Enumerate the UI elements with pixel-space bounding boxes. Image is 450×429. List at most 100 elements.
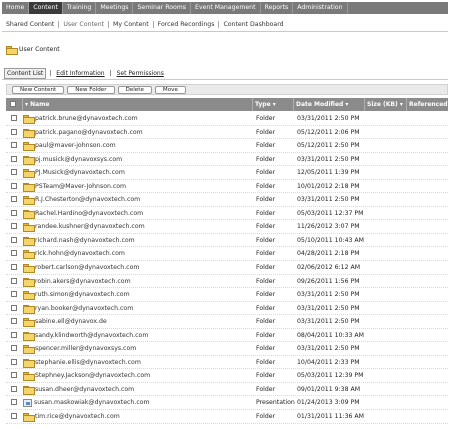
nav-tab-administration[interactable]: Administration	[293, 2, 348, 14]
row-type: Folder	[256, 142, 276, 150]
row-name-link[interactable]: richard.nash@dynavoxtech.com	[35, 234, 135, 247]
table-row[interactable]: ryan.booker@dynavoxtech.com Folder 03/31/2…	[6, 302, 448, 316]
table-row[interactable]: tim.rice@dynavoxtech.com Folder 01/31/2011…	[6, 410, 448, 424]
table-row[interactable]: PJ.Musick@dynavoxtech.com Folder 12/05/201…	[6, 166, 448, 180]
subnav-shared-content[interactable]: Shared Content	[6, 21, 58, 28]
table-row[interactable]: susan.maskowiak@dynavoxtech.com Presentat…	[6, 396, 448, 411]
breadcrumb-label[interactable]: User Content	[19, 46, 60, 53]
row-name-link[interactable]: robert.carlson@dynavoxtech.com	[35, 261, 139, 274]
nav-tab-seminar-rooms[interactable]: Seminar Rooms	[133, 2, 192, 14]
row-name-link[interactable]: sabine.ell@dynavox.de	[35, 315, 107, 328]
move-button[interactable]: Move	[154, 85, 186, 94]
row-name-link[interactable]: paul@maver-johnson.com	[35, 139, 116, 152]
column-header-type[interactable]: Type ▾	[252, 98, 293, 111]
row-type: Folder	[256, 236, 276, 244]
delete-button[interactable]: Delete	[117, 85, 152, 94]
new-folder-button[interactable]: New Folder	[67, 85, 115, 94]
subnav-my-content[interactable]: My Content	[108, 21, 153, 28]
row-checkbox[interactable]	[11, 413, 17, 420]
row-name-link[interactable]: Rachel.Hardino@dynavoxtech.com	[35, 207, 143, 220]
row-name-link[interactable]: susan.maskowiak@dynavoxtech.com	[34, 396, 150, 409]
row-name-link[interactable]: R.J.Chesterton@dynavoxtech.com	[35, 193, 140, 206]
new-content-button[interactable]: New Content	[12, 85, 65, 94]
row-checkbox[interactable]	[11, 372, 17, 379]
tab-content-list[interactable]: Content List	[4, 68, 47, 79]
row-checkbox[interactable]	[11, 291, 17, 298]
nav-tab-reports[interactable]: Reports	[261, 2, 294, 14]
table-row[interactable]: patrick.pagano@dynavoxtech.com Folder 05/1…	[6, 126, 448, 140]
table-row[interactable]: sabine.ell@dynavox.de Folder 03/31/2011 2:…	[6, 315, 448, 329]
row-checkbox[interactable]	[11, 331, 17, 338]
row-name-link[interactable]: PSTeam@Maver-Johnson.com	[35, 180, 126, 193]
row-checkbox[interactable]	[11, 209, 17, 216]
subnav-user-content[interactable]: User Content	[58, 21, 108, 28]
row-checkbox[interactable]	[11, 115, 17, 121]
table-row[interactable]: susan.dheer@dynavoxtech.com Folder 09/01/2…	[6, 383, 448, 397]
table-row[interactable]: paul@maver-johnson.com Folder 05/12/2011 2…	[6, 139, 448, 153]
select-all-header[interactable]	[6, 98, 22, 111]
row-checkbox[interactable]	[11, 304, 17, 311]
tab-set-permissions[interactable]: Set Permissions	[115, 69, 166, 78]
table-row[interactable]: robin.akers@dynavoxtech.com Folder 09/26/2…	[6, 275, 448, 289]
column-header-name[interactable]: ▾ Name	[22, 98, 252, 111]
row-name-link[interactable]: spencer.miller@dynavoxsys.com	[35, 342, 136, 355]
row-name-link[interactable]: patrick.pagano@dynavoxtech.com	[35, 126, 143, 139]
row-name-link[interactable]: stephanie.ellis@dynavoxtech.com	[35, 356, 141, 369]
row-checkbox[interactable]	[11, 142, 17, 149]
folder-icon	[23, 236, 35, 246]
subnav-forced-recordings[interactable]: Forced Recordings	[152, 21, 219, 28]
row-name-link[interactable]: tim.rice@dynavoxtech.com	[35, 410, 120, 423]
table-row[interactable]: rick.hohn@dynavoxtech.com Folder 04/28/201…	[6, 247, 448, 262]
row-name-link[interactable]: ruth.simon@dynavoxtech.com	[35, 288, 130, 301]
row-name-link[interactable]: ryan.booker@dynavoxtech.com	[35, 302, 133, 315]
nav-tab-training[interactable]: Training	[63, 2, 97, 14]
row-name-link[interactable]: PJ.Musick@dynavoxtech.com	[35, 166, 125, 179]
row-checkbox[interactable]	[11, 358, 17, 365]
column-header-size[interactable]: Size (KB) ▾	[364, 98, 406, 111]
tab-edit-information[interactable]: Edit Information	[54, 69, 106, 78]
row-checkbox[interactable]	[11, 182, 17, 189]
row-checkbox[interactable]	[11, 196, 17, 203]
row-name-link[interactable]: pj.musick@dynavoxsys.com	[35, 153, 122, 166]
table-row[interactable]: randee.kushner@dynavoxtech.com Folder 11/2…	[6, 220, 448, 234]
column-header-date-modified[interactable]: Date Modified ▾	[293, 98, 364, 111]
row-checkbox[interactable]	[11, 345, 17, 352]
nav-tab-meetings[interactable]: Meetings	[96, 2, 134, 14]
row-checkbox[interactable]	[11, 264, 17, 271]
nav-tab-home[interactable]: Home	[2, 2, 30, 14]
table-row[interactable]: richard.nash@dynavoxtech.com Folder 05/10/…	[6, 234, 448, 248]
table-row[interactable]: Rachel.Hardino@dynavoxtech.com Folder 05/0…	[6, 207, 448, 221]
row-checkbox[interactable]	[11, 399, 17, 406]
select-all-checkbox[interactable]	[10, 101, 16, 107]
row-name-link[interactable]: rick.hohn@dynavoxtech.com	[35, 247, 125, 260]
subnav-content-dashboard[interactable]: Content Dashboard	[218, 21, 287, 28]
table-row[interactable]: PSTeam@Maver-Johnson.com Folder 10/01/2012…	[6, 180, 448, 194]
row-name-link[interactable]: randee.kushner@dynavoxtech.com	[35, 220, 145, 233]
nav-tab-event-management[interactable]: Event Management	[191, 2, 261, 14]
row-name-link[interactable]: Stephney.Jackson@dynavoxtech.com	[35, 369, 150, 382]
table-row[interactable]: ruth.simon@dynavoxtech.com Folder 03/31/20…	[6, 288, 448, 302]
table-row[interactable]: Stephney.Jackson@dynavoxtech.com Folder 05…	[6, 369, 448, 383]
row-name-link[interactable]: sandy.klindworth@dynavoxtech.com	[35, 329, 148, 342]
table-row[interactable]: stephanie.ellis@dynavoxtech.com Folder 10/…	[6, 356, 448, 370]
row-name-link[interactable]: robin.akers@dynavoxtech.com	[35, 275, 131, 288]
table-row[interactable]: sandy.klindworth@dynavoxtech.com Folder 08…	[6, 329, 448, 343]
row-checkbox[interactable]	[11, 223, 17, 230]
row-checkbox[interactable]	[11, 250, 17, 257]
row-checkbox[interactable]	[11, 236, 17, 243]
table-row[interactable]: patrick.brune@dynavoxtech.com Folder 03/31…	[6, 112, 448, 126]
row-checkbox[interactable]	[11, 169, 17, 176]
table-row[interactable]: pj.musick@dynavoxsys.com Folder 03/31/2011…	[6, 153, 448, 167]
row-checkbox[interactable]	[11, 385, 17, 392]
table-row[interactable]: R.J.Chesterton@dynavoxtech.com Folder 03/3…	[6, 193, 448, 207]
row-checkbox[interactable]	[11, 155, 17, 162]
table-row[interactable]: robert.carlson@dynavoxtech.com Folder 02/0…	[6, 261, 448, 275]
row-name-link[interactable]: patrick.brune@dynavoxtech.com	[35, 112, 138, 125]
row-checkbox[interactable]	[11, 318, 17, 325]
row-checkbox[interactable]	[11, 277, 17, 284]
nav-tab-content[interactable]: Content	[29, 2, 63, 14]
column-header-referenced[interactable]: Referenced ▾	[406, 98, 450, 111]
row-checkbox[interactable]	[11, 128, 17, 135]
row-name-link[interactable]: susan.dheer@dynavoxtech.com	[35, 383, 134, 396]
table-row[interactable]: spencer.miller@dynavoxsys.com Folder 03/31…	[6, 342, 448, 356]
